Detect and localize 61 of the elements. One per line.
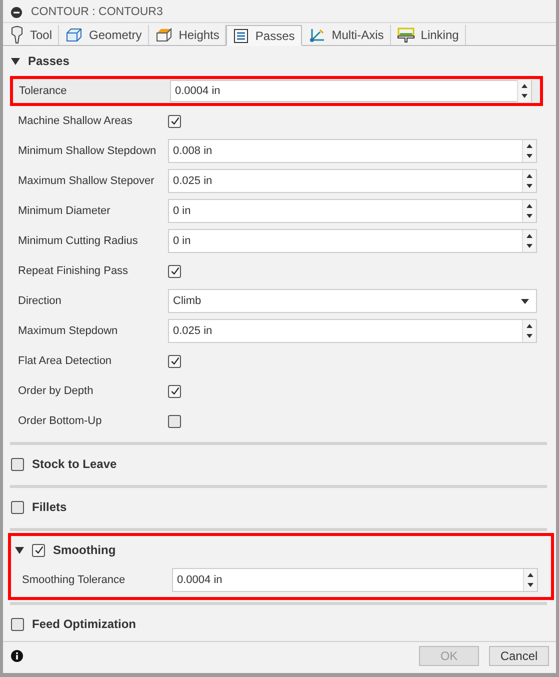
checkbox[interactable] [11,618,24,630]
field-label: Minimum Shallow Stepdown [17,145,158,157]
field-label: Maximum Shallow Stepover [17,175,156,187]
spinner-field[interactable]: 0 in [168,199,537,223]
expand-arrow-icon[interactable] [15,546,24,554]
spinner-field[interactable]: 0 in [168,229,537,253]
section-title: Feed Optimization [32,617,136,631]
checkbox[interactable] [168,414,181,428]
spin-arrows-icon[interactable] [523,569,537,591]
window-title: CONTOUR : CONTOUR3 [31,6,163,18]
field-label: Machine Shallow Areas [17,115,134,127]
dropdown[interactable]: Climb [168,289,537,313]
checkbox[interactable] [11,458,24,470]
collapse-icon[interactable] [11,6,22,18]
checkbox[interactable] [168,114,181,128]
field-label: Flat Area Detection [17,355,113,367]
field-label: Order by Depth [17,385,94,397]
checkbox[interactable] [32,544,45,556]
checkbox[interactable] [168,354,181,368]
spinner-field[interactable]: 0.008 in [168,139,537,163]
spin-arrows-icon[interactable] [522,200,536,222]
spinner-field[interactable]: 0.025 in [168,319,537,343]
cube-icon [65,27,84,44]
tab[interactable]: Heights [148,25,226,45]
checkbox[interactable] [168,264,181,278]
field-label: Minimum Diameter [17,205,112,217]
spinner-field[interactable]: 0.025 in [168,169,537,193]
spin-arrows-icon[interactable] [522,170,536,192]
end-mill-icon [10,26,24,44]
checkbox[interactable] [11,500,24,514]
spin-arrows-icon[interactable] [522,230,536,252]
spin-arrows-icon[interactable] [522,140,536,162]
spinner-field[interactable]: 0.0004 in [170,80,532,102]
tab[interactable]: Multi-Axis [302,25,391,45]
spinner-field[interactable]: 0.0004 in [172,568,538,592]
section-title: Stock to Leave [32,457,117,471]
section-title: Fillets [32,500,67,514]
tab[interactable]: Geometry [59,25,149,45]
field-label: Repeat Finishing Pass [17,265,130,277]
axes-icon [308,27,326,44]
field-label: Smoothing Tolerance [21,574,126,586]
section-title: Passes [28,54,70,68]
spin-arrows-icon[interactable] [517,80,531,102]
field-label: Order Bottom-Up [17,415,103,427]
layers-icon [233,28,250,44]
field-label: Tolerance [18,85,68,97]
info-icon[interactable] [11,650,23,662]
caret-icon [521,298,529,304]
tab[interactable]: Tool [4,25,60,45]
field-label: Maximum Stepdown [17,325,119,337]
field-label: Direction [17,295,62,307]
field-label: Minimum Cutting Radius [17,235,139,247]
dialog-button[interactable]: Cancel [489,646,549,666]
tab[interactable]: Passes [226,25,302,46]
block-icon [154,27,173,44]
tab[interactable]: Linking [390,25,466,45]
section-title: Smoothing [53,543,116,557]
linking-icon [396,27,415,44]
expand-arrow-icon[interactable] [11,58,20,64]
checkbox[interactable] [168,384,181,398]
spin-arrows-icon[interactable] [522,320,536,342]
